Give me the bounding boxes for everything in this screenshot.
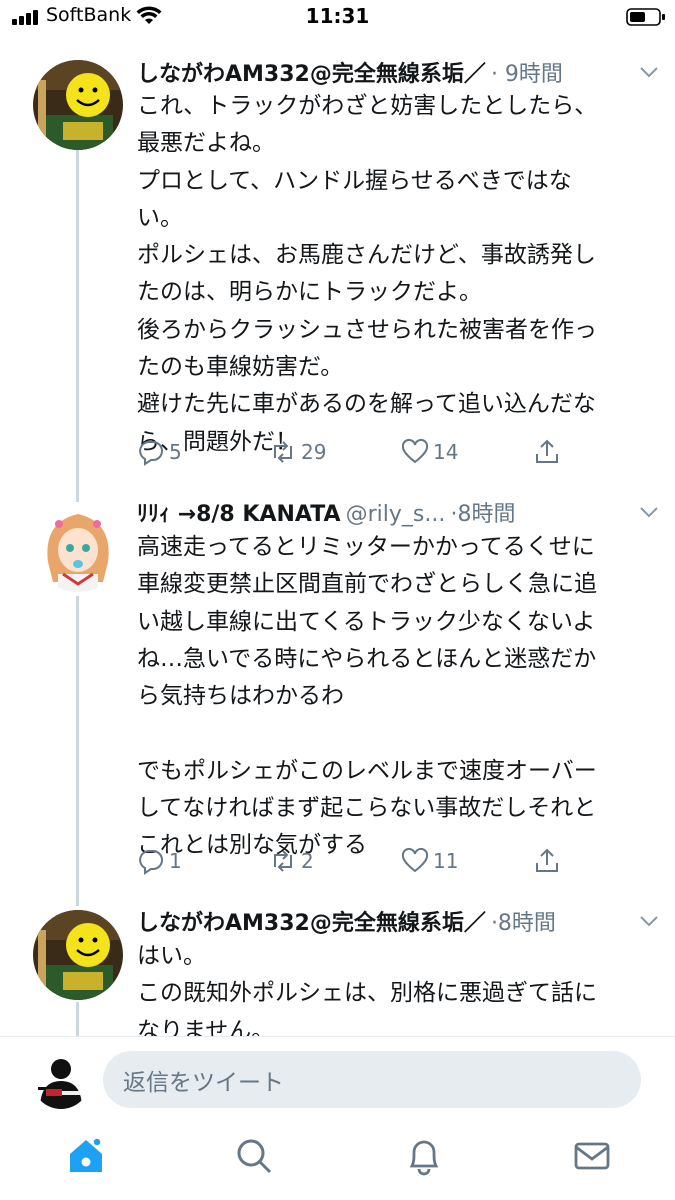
reply-button[interactable]: 5 (137, 434, 182, 470)
display-name[interactable]: しながわAM332@完全無線系垢／ (137, 62, 486, 87)
thread-connector-line (76, 596, 79, 906)
tweet-actions: 1 2 11 (137, 843, 637, 879)
reply-count: 5 (169, 440, 182, 464)
retweet-count: 2 (301, 849, 314, 873)
avatar[interactable] (33, 60, 123, 150)
home-icon (70, 1137, 102, 1172)
thread-connector-line (76, 1002, 79, 1036)
avatar[interactable] (32, 1051, 90, 1109)
heart-icon (401, 438, 429, 464)
tweet-text: これ、トラックがわざと妨害したとしたら、 最悪だよね。 プロとして、ハンドル握ら… (137, 93, 598, 455)
status-bar: SoftBank 11:31 (0, 0, 675, 36)
display-name[interactable]: しながわAM332@完全無線系垢／ (137, 911, 486, 936)
tweet-actions: 5 29 14 (137, 434, 637, 470)
tab-messages[interactable] (572, 1136, 612, 1176)
tab-notifications[interactable] (404, 1136, 444, 1176)
share-button[interactable] (533, 843, 565, 879)
like-count: 14 (433, 440, 459, 464)
notifications-icon (409, 1140, 439, 1176)
reply-icon (139, 441, 163, 466)
retweet-button[interactable]: 2 (269, 843, 314, 879)
avatar[interactable] (33, 910, 123, 1000)
messages-icon (574, 1142, 610, 1170)
tweet-header: しながわAM332@完全無線系垢／ ·8時間 (137, 905, 661, 941)
chevron-down-icon[interactable] (637, 909, 661, 933)
retweet-icon (274, 850, 292, 872)
tweet-text: 高速走ってるとリミッターかかってるくせに 車線変更禁止区間直前でわざとらしく急に… (137, 534, 597, 859)
reply-count: 1 (169, 849, 182, 873)
timestamp[interactable]: · 9時間 (491, 62, 563, 87)
reply-icon (139, 850, 163, 875)
clock: 11:31 (305, 4, 370, 28)
like-button[interactable]: 11 (401, 843, 458, 879)
chevron-down-icon[interactable] (637, 60, 661, 84)
retweet-icon (274, 441, 292, 463)
share-button[interactable] (533, 434, 565, 470)
search-icon (237, 1139, 272, 1174)
reply-button[interactable]: 1 (137, 843, 182, 879)
tab-bar (0, 1124, 675, 1200)
retweet-button[interactable]: 29 (269, 434, 326, 470)
handle[interactable]: @rily_s... (346, 502, 446, 527)
tweet-header: ﾘﾘｨ →8/8 KANATA @rily_s... ·8時間 (137, 496, 661, 532)
reply-input[interactable]: 返信をツイート (103, 1051, 641, 1108)
battery-icon (626, 8, 665, 26)
thread-connector-line (76, 150, 79, 502)
like-count: 11 (433, 849, 459, 873)
tab-home[interactable] (66, 1136, 106, 1176)
retweet-count: 29 (301, 440, 327, 464)
reply-composer-bar: 返信をツイート (0, 1036, 675, 1124)
avatar[interactable] (33, 502, 123, 592)
like-button[interactable]: 14 (401, 434, 458, 470)
tweet-header: しながわAM332@完全無線系垢／ · 9時間 (137, 56, 661, 92)
chevron-down-icon[interactable] (637, 500, 661, 524)
share-icon (536, 848, 558, 872)
tweet-text: はい。 この既知外ポルシェは、別格に悪過ぎて話に なりません。 (137, 943, 597, 1036)
share-icon (536, 439, 558, 463)
timestamp[interactable]: ·8時間 (491, 911, 556, 936)
timestamp[interactable]: ·8時間 (450, 502, 515, 527)
tab-search[interactable] (234, 1136, 274, 1176)
twitter-thread-screen: SoftBank 11:31 しながわAM332@完全無線系垢／ · 9時間 こ… (0, 0, 675, 1200)
display-name[interactable]: ﾘﾘｨ →8/8 KANATA (137, 502, 341, 527)
heart-icon (401, 847, 429, 873)
